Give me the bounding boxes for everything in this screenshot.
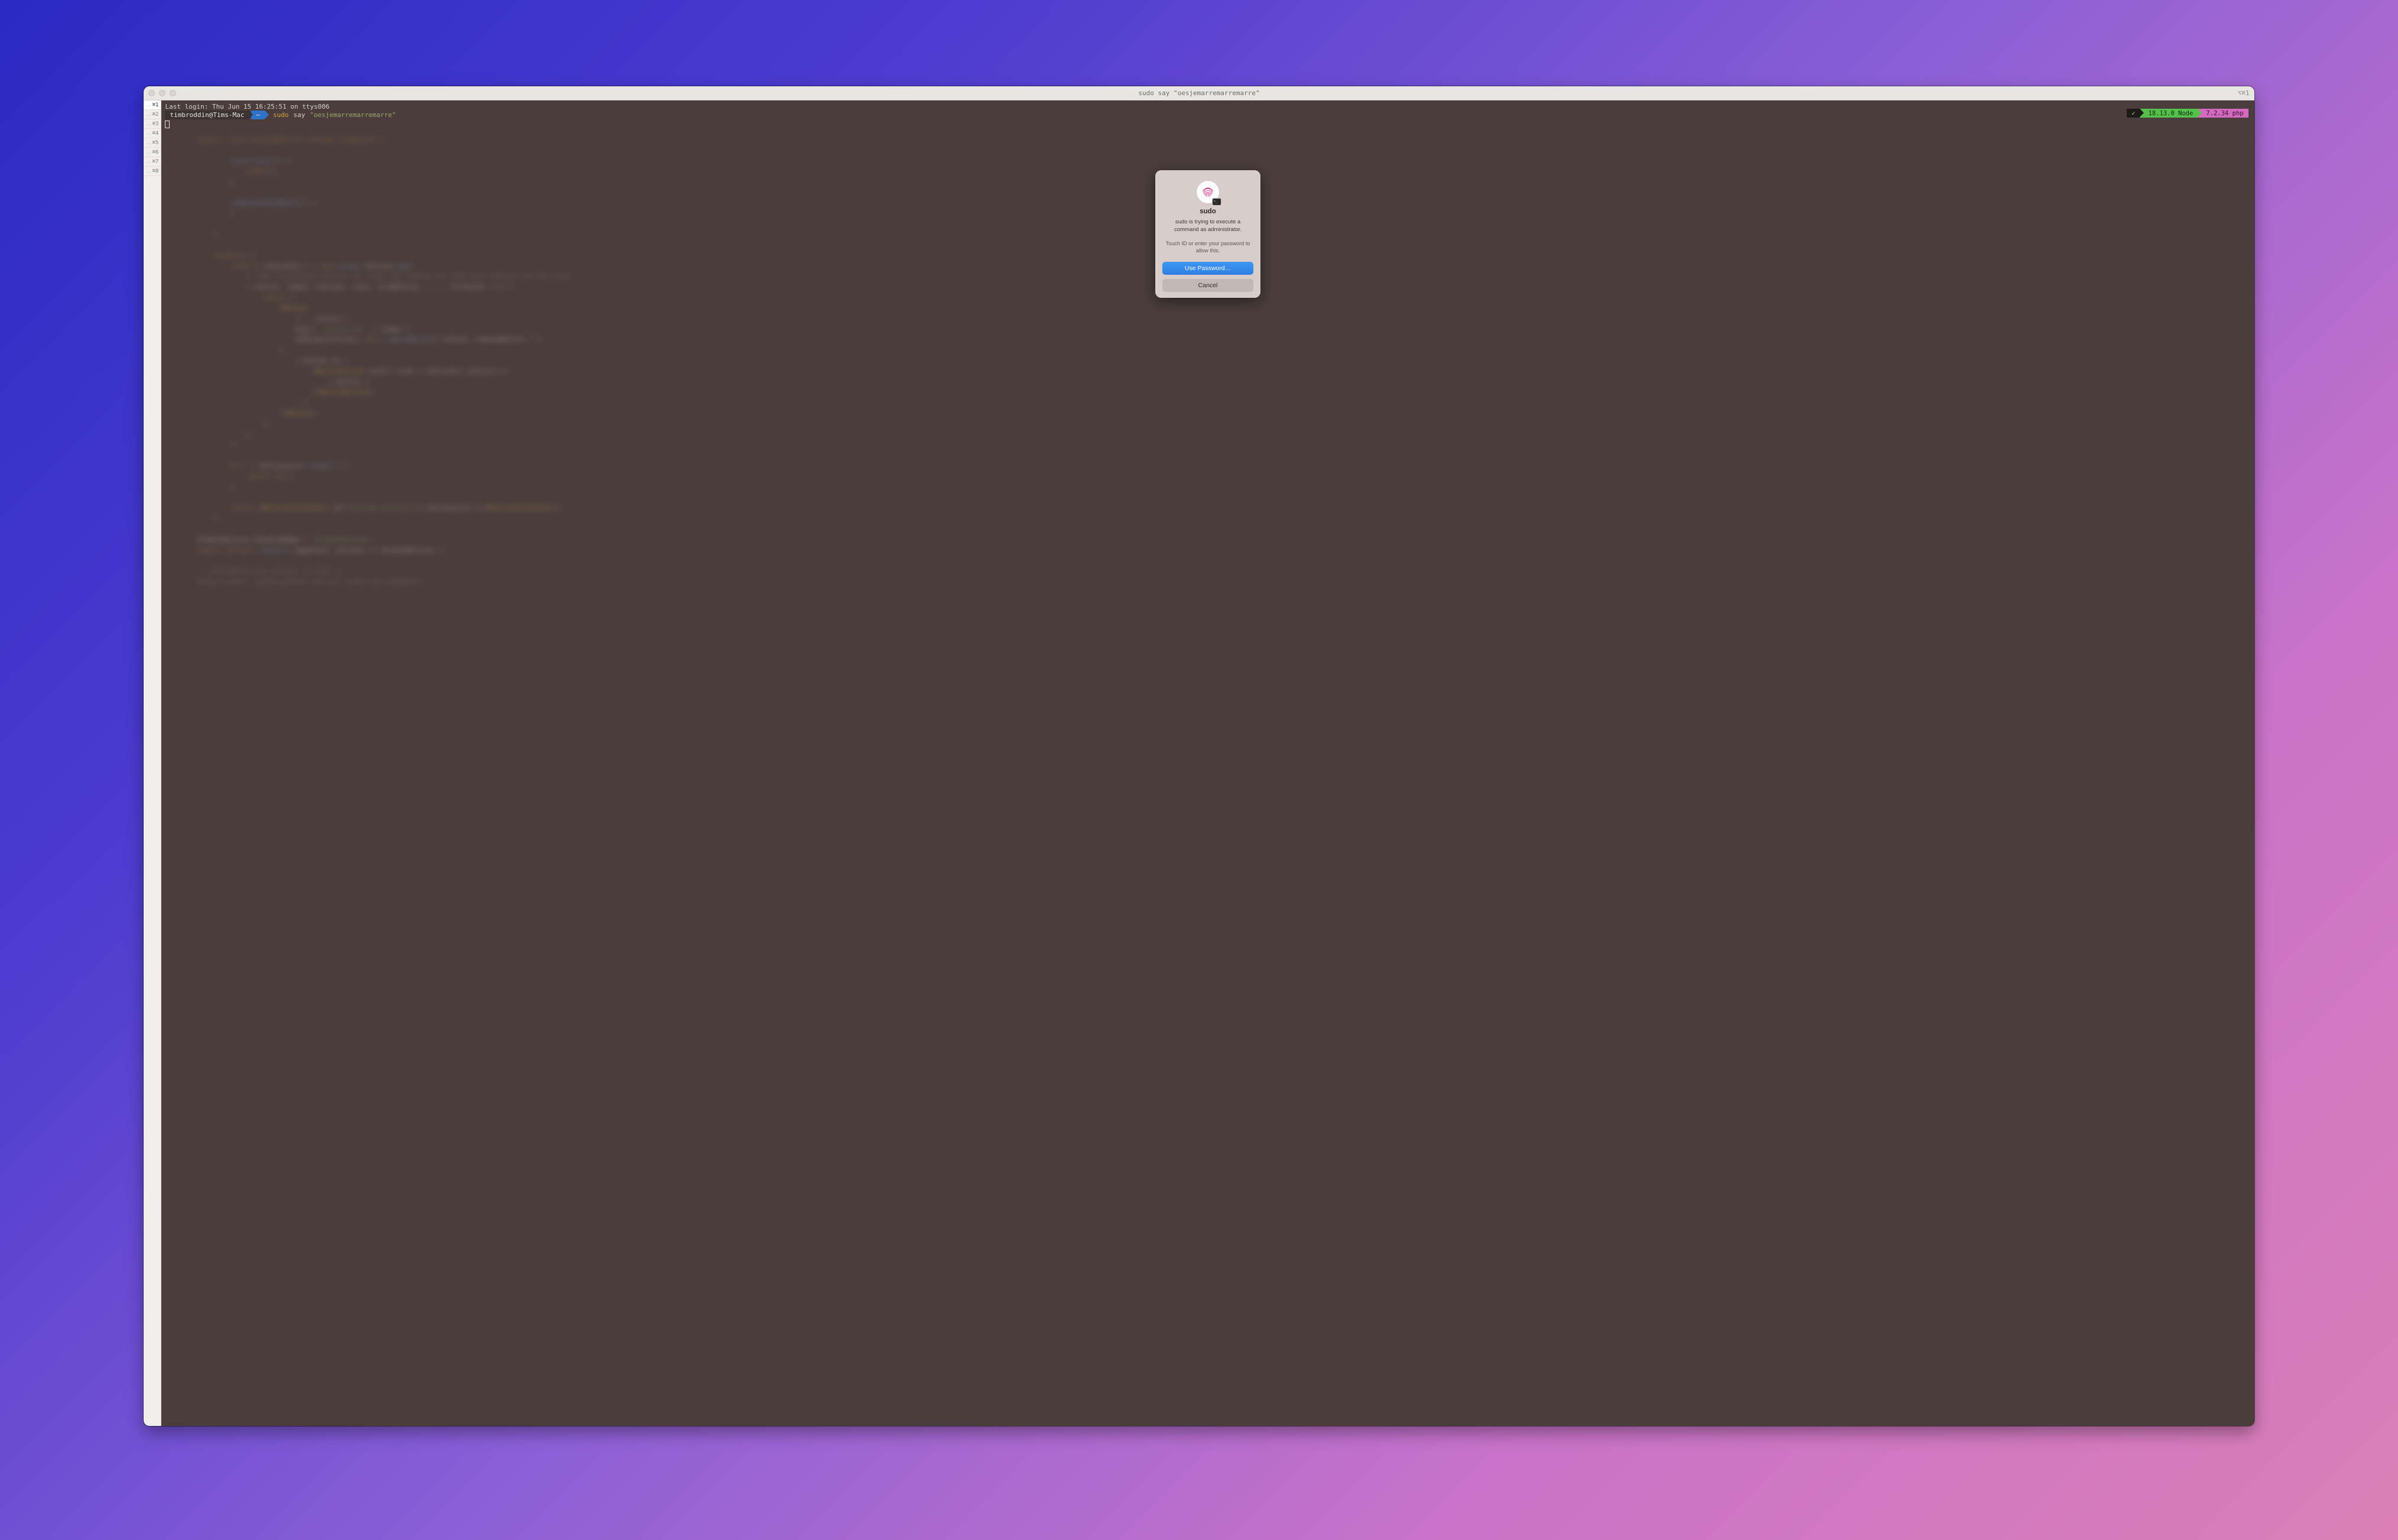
- tab-7[interactable]: ..⌘7: [144, 157, 161, 167]
- window-titlebar: sudo say "oesjemarremarremarre" ⌥⌘1: [144, 86, 2254, 100]
- prompt-cwd: ~: [251, 111, 265, 119]
- cancel-button[interactable]: Cancel: [1162, 279, 1253, 292]
- terminal-pane[interactable]: export class GlobalNotices extends Compo…: [161, 100, 2254, 1426]
- fullscreen-window-dot[interactable]: [170, 90, 176, 96]
- prompt-line: timbroddin@Tims-Mac ~ sudo say "oesjemar…: [165, 111, 2250, 119]
- terminal-badge-icon: >_: [1213, 199, 1221, 205]
- prompt-user-host: timbroddin@Tims-Mac: [165, 111, 249, 119]
- status-node-chip: 18.13.0 Node: [2140, 109, 2198, 118]
- terminal-window: sudo say "oesjemarremarremarre" ⌥⌘1 ..⌘1…: [144, 86, 2254, 1426]
- cmd-arg: "oesjemarremarremarre": [310, 111, 396, 119]
- tab-5[interactable]: ..⌘5: [144, 138, 161, 148]
- tab-3[interactable]: ..⌘3: [144, 119, 161, 129]
- tab-1[interactable]: ..⌘1: [144, 100, 161, 110]
- touch-id-icon: >_: [1197, 181, 1219, 203]
- tab-6[interactable]: ..⌘6: [144, 148, 161, 157]
- status-php-chip: 7.2.34 php: [2198, 109, 2248, 118]
- tab-2[interactable]: ..⌘2: [144, 110, 161, 119]
- cmd-sudo: sudo: [273, 111, 289, 119]
- cmd-say: say: [293, 111, 305, 119]
- window-title: sudo say "oesjemarremarremarre": [144, 89, 2254, 97]
- status-chips: ✓ 18.13.0 Node 7.2.34 php: [2127, 109, 2248, 118]
- close-window-dot[interactable]: [148, 90, 155, 96]
- tab-4[interactable]: ..⌘4: [144, 129, 161, 138]
- background-code-blur: export class GlobalNotices extends Compo…: [161, 100, 2254, 1426]
- modal-message: sudo is trying to execute a command as a…: [1162, 219, 1253, 234]
- use-password-button[interactable]: Use Password…: [1162, 262, 1253, 275]
- last-login-line: Last login: Thu Jun 15 16:25:51 on ttys0…: [165, 103, 2250, 111]
- fingerprint-icon: [1200, 184, 1216, 200]
- modal-hint: Touch ID or enter your password to allow…: [1162, 240, 1253, 255]
- tab-sidebar: ..⌘1 ..⌘2 ..⌘3 ..⌘4 ..⌘5 ..⌘6 ..⌘7 ..⌘8: [144, 100, 161, 1426]
- status-ok-chip: ✓: [2127, 109, 2140, 118]
- auth-modal: >_ sudo sudo is trying to execute a comm…: [1155, 170, 1260, 297]
- traffic-lights: [148, 90, 176, 96]
- minimize-window-dot[interactable]: [159, 90, 165, 96]
- modal-title: sudo: [1162, 208, 1253, 215]
- window-shortcut-label: ⌥⌘1: [2238, 89, 2250, 97]
- tab-8[interactable]: ..⌘8: [144, 167, 161, 176]
- terminal-cursor: [165, 121, 170, 128]
